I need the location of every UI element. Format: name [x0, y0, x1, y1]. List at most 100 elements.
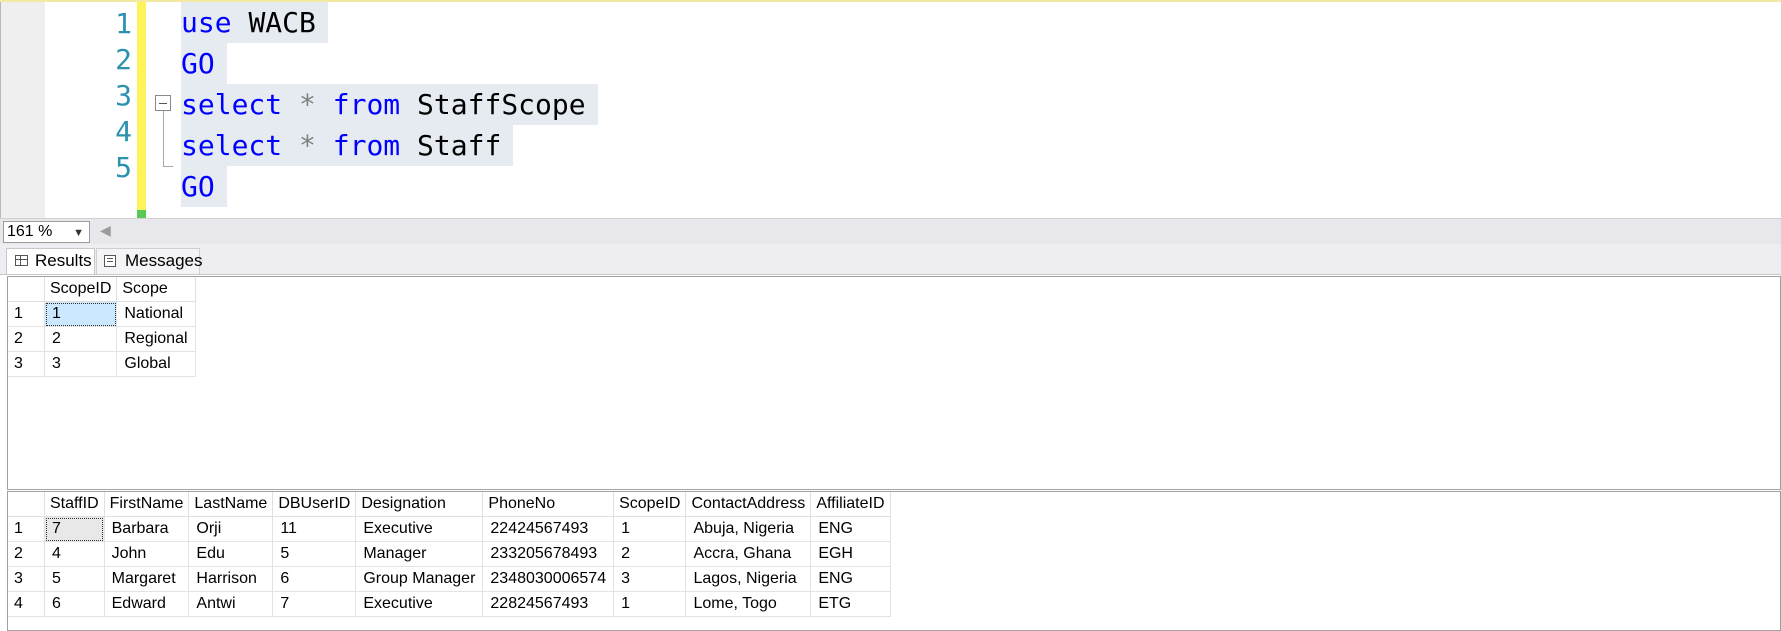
tab-messages[interactable]: Messages	[96, 248, 202, 274]
column-header[interactable]: Designation	[355, 492, 484, 517]
line-number: 1	[115, 7, 132, 40]
table-cell[interactable]: Edward	[104, 591, 190, 617]
table-cell[interactable]: 5	[272, 541, 357, 567]
table-row: 1 7 Barbara Orji 11 Executive 2242456749…	[8, 516, 891, 542]
identifier: StaffScope	[417, 88, 586, 121]
table-cell[interactable]: 4	[44, 541, 105, 567]
table-cell[interactable]: Manager	[355, 541, 484, 567]
column-header[interactable]: DBUserID	[272, 492, 357, 517]
table-cell[interactable]: ENG	[810, 516, 891, 542]
table-cell[interactable]: Group Manager	[355, 566, 484, 592]
row-header[interactable]: 2	[8, 541, 45, 567]
column-header[interactable]: ScopeID	[44, 277, 118, 302]
keyword: GO	[181, 47, 215, 80]
results-table: ScopeID Scope 1 1 National 2 2 Regional …	[8, 277, 196, 377]
table-cell[interactable]: Barbara	[104, 516, 190, 542]
row-header[interactable]: 3	[8, 566, 45, 592]
grid-corner[interactable]	[8, 492, 45, 517]
column-header[interactable]: FirstName	[104, 492, 190, 517]
zoom-value: 161 %	[7, 223, 53, 240]
table-row: 4 6 Edward Antwi 7 Executive 22824567493…	[8, 591, 891, 617]
column-header[interactable]: StaffID	[44, 492, 105, 517]
keyword: from	[332, 88, 401, 121]
result-grid-staff[interactable]: StaffID FirstName LastName DBUserID Desi…	[7, 491, 1781, 631]
table-cell[interactable]: Orji	[188, 516, 274, 542]
row-header[interactable]: 1	[8, 301, 45, 327]
line-number: 2	[115, 43, 132, 76]
line-number: 4	[115, 115, 132, 148]
row-header[interactable]: 2	[8, 326, 45, 352]
tab-results-label: Results	[35, 251, 92, 270]
keyword: use	[181, 6, 232, 39]
table-cell[interactable]: 7	[44, 516, 105, 542]
table-cell[interactable]: ENG	[810, 566, 891, 592]
table-cell[interactable]: 7	[272, 591, 357, 617]
column-header[interactable]: ScopeID	[613, 492, 687, 517]
code-line-5[interactable]: GO	[181, 166, 227, 207]
table-cell[interactable]: 3	[44, 351, 118, 377]
table-cell[interactable]: Regional	[116, 326, 196, 352]
row-header[interactable]: 1	[8, 516, 45, 542]
line-number: 3	[115, 79, 132, 112]
table-cell[interactable]: 5	[44, 566, 105, 592]
row-header[interactable]: 4	[8, 591, 45, 617]
row-header[interactable]: 3	[8, 351, 45, 377]
result-grid-staffscope[interactable]: ScopeID Scope 1 1 National 2 2 Regional …	[7, 276, 1781, 490]
collapse-region-icon[interactable]	[155, 95, 171, 111]
results-table: StaffID FirstName LastName DBUserID Desi…	[8, 492, 891, 617]
table-cell[interactable]: Global	[116, 351, 196, 377]
table-cell[interactable]: 6	[44, 591, 105, 617]
tab-results[interactable]: Results	[6, 248, 95, 274]
keyword: select	[181, 129, 283, 162]
code-line-4[interactable]: select * from Staff	[181, 125, 514, 166]
code-line-2[interactable]: GO	[181, 43, 227, 84]
grid-icon	[15, 255, 28, 266]
table-cell[interactable]: 233205678493	[482, 541, 615, 567]
table-cell[interactable]: 3	[613, 566, 687, 592]
selection-margin	[0, 2, 45, 220]
change-tracking-bar	[137, 2, 146, 210]
code-line-3[interactable]: select * from StaffScope	[181, 84, 598, 125]
column-header[interactable]: Scope	[116, 277, 196, 302]
table-cell[interactable]: ETG	[810, 591, 891, 617]
table-cell[interactable]: 1	[613, 516, 687, 542]
column-header[interactable]: PhoneNo	[482, 492, 615, 517]
table-cell[interactable]: National	[116, 301, 196, 327]
zoom-dropdown[interactable]: 161 % ▼	[3, 221, 90, 243]
table-row: 3 5 Margaret Harrison 6 Group Manager 23…	[8, 566, 891, 592]
scroll-left-icon[interactable]: ◀	[100, 222, 111, 239]
column-header[interactable]: ContactAddress	[685, 492, 812, 517]
table-row: 2 2 Regional	[8, 326, 196, 352]
table-cell[interactable]: Antwi	[188, 591, 274, 617]
identifier: WACB	[248, 6, 316, 39]
table-cell[interactable]: 22824567493	[482, 591, 615, 617]
table-cell[interactable]: Harrison	[188, 566, 274, 592]
keyword: from	[332, 129, 401, 162]
sql-editor[interactable]: 1 2 3 4 5 use WACB GO select * from Staf…	[0, 0, 1781, 220]
table-cell[interactable]: Executive	[355, 591, 484, 617]
code-line-1[interactable]: use WACB	[181, 2, 328, 43]
table-cell[interactable]: 2348030006574	[482, 566, 615, 592]
table-cell[interactable]: Margaret	[104, 566, 190, 592]
table-cell[interactable]: 1	[613, 591, 687, 617]
table-cell[interactable]: 2	[613, 541, 687, 567]
chevron-down-icon[interactable]: ▼	[73, 223, 84, 243]
table-cell[interactable]: Executive	[355, 516, 484, 542]
column-header[interactable]: AffiliateID	[810, 492, 891, 517]
table-cell[interactable]: 22424567493	[482, 516, 615, 542]
column-header[interactable]: LastName	[188, 492, 274, 517]
table-cell[interactable]: John	[104, 541, 190, 567]
table-cell[interactable]: 1	[44, 301, 118, 327]
table-cell[interactable]: Lome, Togo	[685, 591, 812, 617]
table-cell[interactable]: Abuja, Nigeria	[685, 516, 812, 542]
table-cell[interactable]: Edu	[188, 541, 274, 567]
table-cell[interactable]: EGH	[810, 541, 891, 567]
grid-corner[interactable]	[8, 277, 45, 302]
table-cell[interactable]: Accra, Ghana	[685, 541, 812, 567]
table-row: 2 4 John Edu 5 Manager 233205678493 2 Ac…	[8, 541, 891, 567]
table-cell[interactable]: Lagos, Nigeria	[685, 566, 812, 592]
editor-status-strip: 161 % ▼ ◀	[0, 218, 1781, 245]
table-cell[interactable]: 6	[272, 566, 357, 592]
table-cell[interactable]: 2	[44, 326, 118, 352]
table-cell[interactable]: 11	[272, 516, 357, 542]
